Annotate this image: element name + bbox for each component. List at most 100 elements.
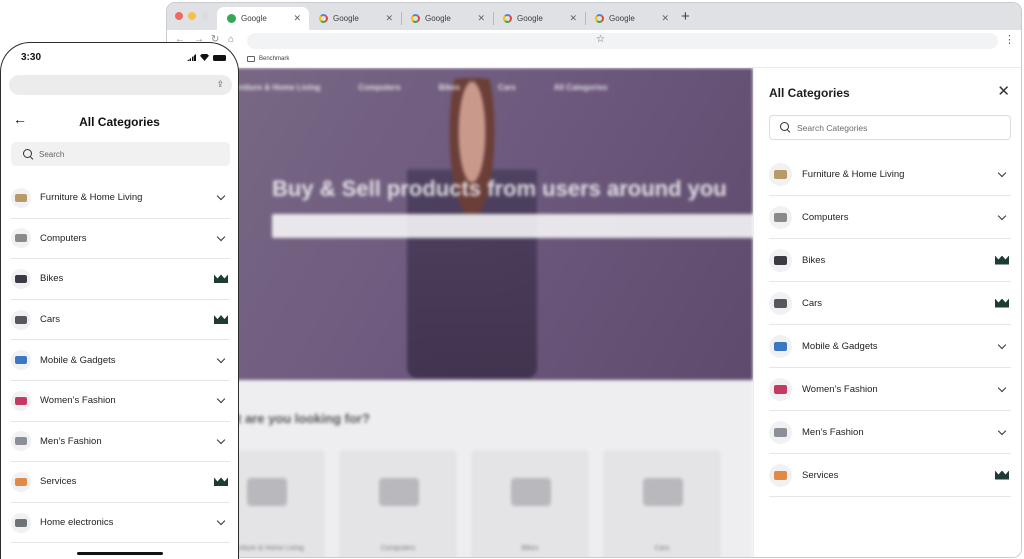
category-row[interactable]: Men’s Fashion (769, 411, 1011, 454)
category-label: Computers (40, 232, 87, 244)
tab-close-icon[interactable]: ✕ (293, 13, 301, 24)
category-label: Services (40, 476, 77, 488)
close-window-button[interactable] (175, 12, 183, 20)
category-row[interactable]: Bikes (11, 259, 230, 300)
tab-favicon-icon (227, 14, 236, 23)
phone-icon (11, 350, 31, 371)
category-row[interactable]: Cars (769, 282, 1011, 325)
search-placeholder: Search Categories (797, 122, 868, 133)
phone-icon (769, 334, 792, 358)
close-icon[interactable]: ✕ (997, 82, 1010, 100)
category-row[interactable]: Mobile & Gadgets (769, 325, 1011, 368)
category-label: Home electronics (40, 517, 114, 529)
category-label: Computers (802, 211, 849, 223)
google-icon (319, 14, 328, 23)
chevron-down-icon (997, 211, 1007, 220)
browser-tab-2[interactable]: Google ✕ (309, 7, 401, 30)
sofa-icon (11, 187, 31, 208)
browser-window: Google ✕ Google ✕ Google ✕ Google ✕ Goog… (166, 2, 1022, 558)
chevron-down-icon (216, 192, 226, 201)
browser-tab-4[interactable]: Google ✕ (493, 7, 585, 30)
bookmark-label: Benchmark (259, 56, 290, 62)
chevron-down-icon (216, 516, 226, 526)
mobile-device: 3:30 ⇪ ← All Categories Search Furniture… (0, 42, 239, 559)
category-row[interactable]: Furniture & Home Living (11, 178, 230, 219)
mobile-address-bar[interactable]: ⇪ (9, 75, 232, 95)
category-row[interactable]: Computers (11, 219, 230, 260)
share-icon[interactable]: ⇪ (216, 79, 224, 90)
tab-close-icon[interactable]: ✕ (569, 13, 577, 24)
car-icon (11, 309, 31, 330)
search-icon (780, 122, 791, 133)
google-icon (411, 14, 420, 23)
mobile-search-input[interactable]: Search (11, 142, 230, 166)
tab-close-icon[interactable]: ✕ (385, 13, 393, 24)
page-viewport: Furniture & Home Living Computers Bikes … (167, 68, 1021, 557)
new-tab-button[interactable]: + (681, 8, 690, 25)
computer-icon (11, 228, 31, 249)
category-label: Services (802, 469, 839, 481)
category-label: Cars (40, 314, 61, 326)
category-row[interactable]: Services (11, 462, 230, 503)
category-card: Computers (339, 450, 457, 557)
maximize-window-button[interactable] (201, 12, 209, 20)
crown-icon (214, 315, 228, 325)
mobile-category-list: Furniture & Home Living Computers Bikes Car… (11, 178, 230, 544)
home-indicator[interactable] (77, 552, 163, 555)
hero-banner: Furniture & Home Living Computers Bikes … (167, 68, 762, 380)
browser-tab-5[interactable]: Google ✕ (585, 7, 677, 30)
mobile-page-title: All Categories (79, 115, 160, 129)
google-icon (595, 14, 604, 23)
browser-tab-1[interactable]: Google ✕ (217, 7, 309, 30)
chevron-down-icon (216, 232, 226, 242)
tab-close-icon[interactable]: ✕ (477, 13, 485, 24)
hero-nav-item: Bikes (438, 83, 460, 92)
section-title: t are you looking for? (237, 411, 370, 426)
crown-icon (995, 255, 1009, 265)
hero-nav-item: Cars (497, 83, 516, 92)
bookmark-star-icon[interactable]: ☆ (596, 34, 605, 45)
category-row[interactable]: Furniture & Home Living (769, 153, 1011, 196)
category-row[interactable]: Mobile & Gadgets (11, 340, 230, 381)
category-label: Bikes (40, 273, 64, 285)
category-label: Bikes (802, 254, 826, 266)
category-row[interactable]: Services (769, 454, 1011, 497)
category-search-input[interactable]: Search Categories (769, 115, 1011, 140)
browser-menu-icon[interactable]: ⋮ (1004, 33, 1015, 46)
wifi-icon (200, 54, 209, 61)
browser-tab-3[interactable]: Google ✕ (401, 7, 493, 30)
bookmarks-bar: Benchmark (167, 52, 1021, 68)
bookmark-benchmark[interactable]: Benchmark (247, 56, 289, 62)
computer-icon (769, 205, 792, 229)
address-bar[interactable]: ☆ (247, 33, 998, 49)
category-row[interactable]: Men’s Fashion (11, 422, 230, 463)
category-row[interactable]: Women’s Fashion (11, 381, 230, 422)
home-icon[interactable]: ⌂ (228, 34, 234, 45)
minimize-window-button[interactable] (188, 12, 196, 20)
chevron-down-icon (216, 354, 226, 363)
category-row[interactable]: Women’s Fashion (769, 368, 1011, 411)
hero-search-bar (272, 214, 762, 238)
crown-icon (995, 470, 1009, 480)
category-row[interactable]: Computers (769, 196, 1011, 239)
category-row[interactable]: Bikes (769, 239, 1011, 282)
tab-label: Google (517, 14, 543, 23)
crown-icon (214, 274, 228, 284)
category-row[interactable]: Cars (11, 300, 230, 341)
hero-nav: Furniture & Home Living Computers Bikes … (227, 83, 608, 92)
signal-icon (187, 54, 196, 61)
hero-nav-item: Furniture & Home Living (227, 83, 321, 92)
category-label: Men’s Fashion (802, 426, 864, 438)
car-icon (769, 291, 792, 315)
google-icon (503, 14, 512, 23)
tab-close-icon[interactable]: ✕ (661, 13, 669, 24)
category-label: Men’s Fashion (40, 435, 102, 447)
category-row[interactable]: Home electronics (11, 503, 230, 544)
category-label: Cars (802, 297, 823, 309)
category-label: Furniture & Home Living (802, 168, 905, 180)
category-label: Furniture & Home Living (40, 192, 143, 204)
category-label: Mobile & Gadgets (40, 354, 116, 366)
bike-icon (11, 268, 31, 289)
search-icon (23, 148, 34, 160)
category-card: Cars (603, 450, 721, 557)
